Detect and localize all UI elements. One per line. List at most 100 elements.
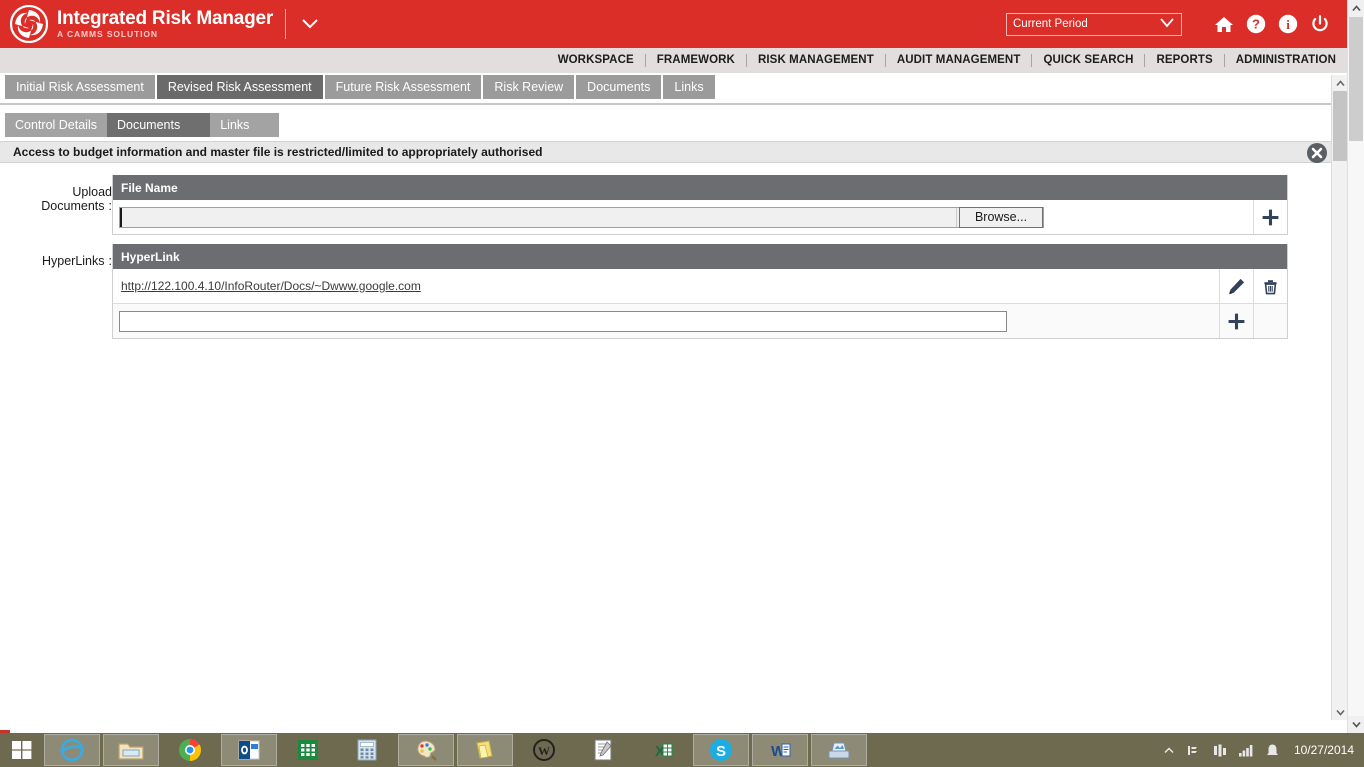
nav-item-reports[interactable]: REPORTS: [1145, 54, 1225, 67]
brand-divider: [285, 9, 287, 39]
hyperlink-input-cell: [113, 304, 1219, 338]
edit-hyperlink-cell: [1219, 269, 1253, 303]
scroll-down-arrow-icon[interactable]: [1332, 704, 1348, 720]
nav-item-risk-management[interactable]: RISK MANAGEMENT: [747, 54, 886, 67]
scroll-up-arrow-icon[interactable]: [1332, 75, 1348, 91]
nav-item-quick-search[interactable]: QUICK SEARCH: [1032, 54, 1146, 67]
help-icon[interactable]: ?: [1245, 14, 1266, 35]
hyperlinks-grid: HyperLink http://122.100.4.10/InfoRouter…: [112, 244, 1288, 339]
chrome-icon[interactable]: [162, 734, 218, 766]
home-icon[interactable]: [1213, 14, 1234, 35]
period-select-value: Current Period: [1013, 18, 1088, 30]
network-icon[interactable]: [1186, 741, 1204, 759]
file-upload-row: Browse...: [113, 200, 1287, 234]
system-tray: 10/27/2014: [1156, 733, 1364, 767]
header-right-controls: Current Period ? i: [1006, 0, 1330, 48]
hyperlink-add-row: [113, 304, 1287, 338]
app-header: Integrated Risk Manager A CAMMS SOLUTION…: [0, 0, 1348, 48]
pencil-icon[interactable]: [1227, 276, 1247, 296]
file-path-field[interactable]: [120, 207, 957, 227]
plus-icon[interactable]: [1227, 311, 1247, 331]
skype-icon[interactable]: S: [693, 734, 749, 766]
nav-item-audit-management[interactable]: AUDIT MANAGEMENT: [886, 54, 1033, 67]
camms-logo-icon: [9, 4, 49, 44]
subtab-links[interactable]: Links: [210, 113, 280, 137]
action-center-icon[interactable]: [1264, 741, 1282, 759]
upload-documents-label: Upload Documents:: [41, 185, 112, 213]
window-scroll-down-icon[interactable]: [1348, 716, 1364, 733]
file-name-column-header: File Name: [113, 175, 1287, 200]
primary-tab-underline: [0, 99, 1348, 105]
close-circle-icon[interactable]: [1306, 142, 1328, 164]
chevron-down-icon: [1159, 17, 1175, 32]
window-scrollbar[interactable]: [1347, 0, 1364, 733]
start-button[interactable]: [0, 733, 44, 767]
hyperlink-input[interactable]: [119, 310, 1007, 332]
hyperlink-cell: http://122.100.4.10/InfoRouter/Docs/~Dww…: [113, 269, 1219, 303]
sticky-notes-icon[interactable]: [457, 734, 513, 766]
tab-future-risk-assessment[interactable]: Future Risk Assessment: [324, 75, 482, 99]
hyperlinks-row: HyperLinks: HyperLink http://122.100.4.1…: [0, 244, 1348, 339]
table-row: http://122.100.4.10/InfoRouter/Docs/~Dww…: [113, 269, 1287, 304]
word-icon[interactable]: W: [752, 734, 808, 766]
add-document-cell: [1253, 200, 1287, 234]
calculator-icon[interactable]: [339, 734, 395, 766]
tab-risk-review[interactable]: Risk Review: [483, 75, 575, 99]
info-icon[interactable]: i: [1277, 14, 1298, 35]
form-content: Upload Documents: File Name Browse... Hy…: [0, 175, 1348, 348]
wordpad-icon[interactable]: W: [516, 734, 572, 766]
nav-item-workspace[interactable]: WORKSPACE: [547, 54, 646, 67]
scanner-icon[interactable]: [811, 734, 867, 766]
excel-green-icon[interactable]: [280, 734, 336, 766]
brand-title: Integrated Risk Manager: [57, 8, 274, 30]
outlook-icon[interactable]: [221, 734, 277, 766]
paint-icon[interactable]: [398, 734, 454, 766]
tab-documents[interactable]: Documents: [576, 75, 662, 99]
taskbar-date[interactable]: 10/27/2014: [1294, 743, 1354, 757]
svg-text:W: W: [538, 744, 550, 758]
trash-icon[interactable]: [1261, 276, 1281, 296]
content-scrollbar[interactable]: [1331, 75, 1348, 720]
signal-icon[interactable]: [1238, 741, 1256, 759]
file-upload-cell: Browse...: [113, 200, 1253, 234]
subtab-control-details[interactable]: Control Details: [5, 113, 107, 137]
browse-button[interactable]: Browse...: [959, 206, 1043, 228]
period-select[interactable]: Current Period: [1006, 12, 1182, 36]
tab-links[interactable]: Links: [663, 75, 715, 99]
application-window: Integrated Risk Manager A CAMMS SOLUTION…: [0, 0, 1364, 767]
power-icon[interactable]: [1309, 14, 1330, 35]
secondary-tab-bar: Control Details Documents Links: [0, 113, 1348, 137]
control-title: Access to budget information and master …: [13, 145, 543, 159]
window-scroll-up-icon[interactable]: [1348, 0, 1364, 17]
show-hidden-icon[interactable]: [1160, 741, 1178, 759]
brand: Integrated Risk Manager A CAMMS SOLUTION: [0, 4, 273, 44]
volume-icon[interactable]: [1212, 741, 1230, 759]
upload-documents-grid: File Name Browse...: [112, 175, 1288, 235]
plus-icon[interactable]: [1261, 207, 1281, 227]
brand-subtitle: A CAMMS SOLUTION: [57, 29, 158, 40]
upload-documents-row: Upload Documents: File Name Browse...: [0, 175, 1348, 235]
hyperlink-column-header: HyperLink: [113, 244, 1287, 269]
tab-initial-risk-assessment[interactable]: Initial Risk Assessment: [5, 75, 155, 99]
subtab-documents[interactable]: Documents: [106, 113, 211, 137]
control-title-bar: Access to budget information and master …: [0, 141, 1340, 163]
svg-text:i: i: [1286, 17, 1290, 32]
main-navigation: WORKSPACE FRAMEWORK RISK MANAGEMENT AUDI…: [0, 48, 1348, 73]
hyperlinks-label: HyperLinks:: [41, 254, 112, 268]
internet-explorer-icon[interactable]: [44, 734, 100, 766]
primary-tab-bar: Initial Risk Assessment Revised Risk Ass…: [0, 75, 1348, 99]
content-scrollbar-thumb[interactable]: [1333, 91, 1347, 161]
chevron-down-icon[interactable]: [300, 14, 320, 34]
file-input[interactable]: Browse...: [119, 206, 1044, 228]
excel-icon[interactable]: X: [634, 734, 690, 766]
notepad-icon[interactable]: [575, 734, 631, 766]
add-hyperlink-cell: [1219, 304, 1253, 338]
window-scrollbar-thumb[interactable]: [1349, 17, 1363, 141]
brand-text: Integrated Risk Manager A CAMMS SOLUTION: [57, 9, 273, 39]
windows-taskbar: W X S W 10/27/2014: [0, 733, 1364, 767]
tab-revised-risk-assessment[interactable]: Revised Risk Assessment: [156, 75, 323, 99]
nav-item-administration[interactable]: ADMINISTRATION: [1225, 54, 1340, 67]
nav-item-framework[interactable]: FRAMEWORK: [646, 54, 747, 67]
file-explorer-icon[interactable]: [103, 734, 159, 766]
hyperlink-url[interactable]: http://122.100.4.10/InfoRouter/Docs/~Dww…: [119, 279, 421, 293]
